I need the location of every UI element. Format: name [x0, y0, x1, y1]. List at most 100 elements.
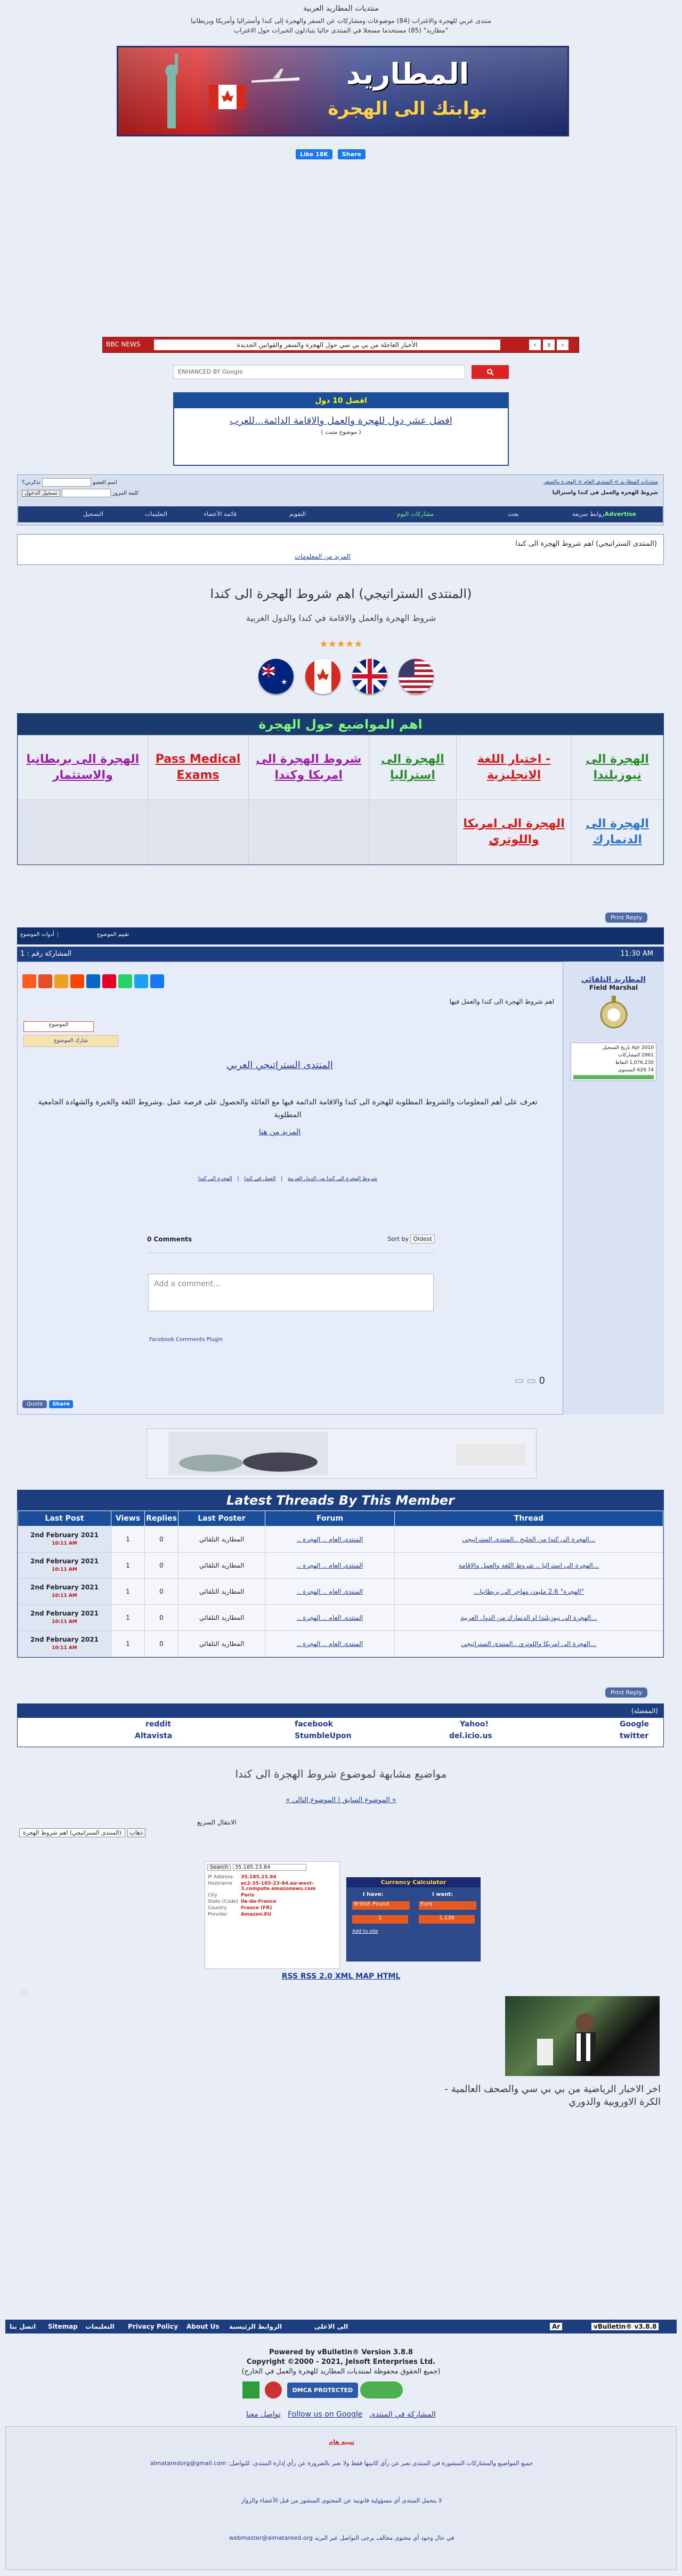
to-currency-select[interactable]: Euro: [419, 1901, 476, 1910]
facebook-icon[interactable]: [150, 974, 164, 988]
thread-pager[interactable]: « ﺍﻟﻤﻮﺿﻮﻉ ﺍﻟﺴﺎﺑﻖ | ﺍﻟﻤﻮﺿﻮﻉ ﺍﻟﺘﺎﻟﻲ »: [0, 1796, 682, 1804]
post-share-button[interactable]: Share: [49, 1400, 74, 1408]
forum-link[interactable]: ﺍﻟﻤﻨﺘﺪﻯ ﺍﻟﻌﺎﻡ .. ﺍﻟﻬﺠﺮﺓ ..: [265, 1526, 395, 1553]
topic-link-label[interactable]: ﺍﻟﻬﺠﺮﺓ ﺍﻟﻰ ﻧﻴﻮﺯﻳﻠﻨﺪﺍ: [586, 753, 649, 782]
usa-flag-icon[interactable]: [399, 659, 434, 694]
notice-link[interactable]: ﺍﻟﻤﺰﻳﺪ ﻣﻦ ﺍﻟﻤﻌﻠﻮﻣﺎﺕ: [295, 553, 351, 560]
pinterest-icon[interactable]: [102, 974, 116, 988]
go-button[interactable]: ﺫﻫﺎﺏ: [127, 1828, 145, 1837]
username-input[interactable]: [42, 478, 91, 487]
forum-link[interactable]: ﺍﻟﻤﻨﺘﺪﻯ ﺍﻟﻌﺎﻡ .. ﺍﻟﻬﺠﺮﺓ ..: [265, 1552, 395, 1579]
forum-link[interactable]: ﺍﻟﻤﻨﺘﺪﻯ ﺍﻟﻌﺎﻡ .. ﺍﻟﻬﺠﺮﺓ ..: [265, 1630, 395, 1657]
quote-button[interactable]: Quote: [22, 1400, 47, 1408]
ip-icon[interactable]: ▭: [527, 1375, 536, 1386]
sports-news-image[interactable]: [505, 1996, 660, 2076]
thread-rate-menu[interactable]: ﺗﻘﻴﻴﻢ ﺍﻟﻤﻮﺿﻮﻉ: [97, 932, 129, 938]
report-icon[interactable]: ▭: [515, 1375, 524, 1386]
related-link[interactable]: ﺷﺮﻭﻁ ﺍﻟﻬﺠﺮﺓ ﺍﻟﻰ ﻛﻨﺪﺍ ﻣﻦ ﺍﻟﺪﻭﻝ ﺍﻟﻌﺮﺑﻴﺔ: [288, 1176, 377, 1182]
fb-plugin-link[interactable]: Facebook Comments Plugin: [149, 1337, 223, 1343]
canada-flag-icon[interactable]: [305, 659, 340, 694]
topic-link[interactable]: ﺍﻟﻬﺠﺮﺓ ﺍﻟﻰ ﺍﺳﺘﺮﺍﻟﻴﺎ: [368, 735, 457, 800]
topic-link[interactable]: ﺍﻟﻬﺠﺮﺓ ﺍﻟﻰ ﺍﻟﺪﻧﻤﺎﺭﻙ: [571, 800, 663, 865]
footer-link-contact2[interactable]: ﺗﻮﺍﺻﻞ ﻣﻌﻨﺎ: [246, 2410, 281, 2419]
bookmark-delicious[interactable]: del.icio.us: [449, 1732, 492, 1740]
topic-link[interactable]: ﺷﺮﻭﻁ ﺍﻟﻬﺠﺮﺓ ﺍﻟﻰ ﺍﻣﺮﻳﻜﺎ ﻭﻛﻨﺪﺍ: [248, 735, 369, 800]
prev-icon[interactable]: ‹: [529, 340, 541, 350]
bookmark-facebook[interactable]: facebook: [295, 1720, 333, 1729]
facebook-like-button[interactable]: Like 18K: [296, 149, 332, 159]
nav-item-members[interactable]: ﻗﺎﺋﻤﺔ ﺍﻷﻋﻀﺎﺀ: [204, 511, 237, 518]
share-topic-tag[interactable]: ﺷﺎﺭﻙ ﺍﻟﻤﻮﺿﻮﻉ: [23, 1035, 118, 1047]
bookmark-yahoo[interactable]: Yahoo!: [460, 1720, 489, 1729]
topic-link[interactable]: ﺍﻟﻬﺠﺮﺓ ﺍﻟﻰ ﺍﻣﺮﻳﻜﺎ ﻭﺍﻟﻠﻮﺗﺮﻱ: [456, 800, 572, 865]
topic-link-label[interactable]: ﺷﺮﻭﻁ ﺍﻟﻬﺠﺮﺓ ﺍﻟﻰ ﺍﻣﺮﻳﻜﺎ ﻭﻛﻨﺪﺍ: [256, 753, 361, 782]
footer-link-archive[interactable]: ﺍﻟﺮﻭﺍﺑﻂ ﺍﻟﺮﺋﻴﺴﻴﺔ: [229, 2323, 282, 2330]
nav-item-search[interactable]: ﺑﺤﺚ: [508, 511, 519, 518]
related-link[interactable]: ﺍﻟﻬﺠﺮﺓ ﺍﻟﻰ ﻛﻨﺪﺍ: [198, 1176, 232, 1182]
thread-link[interactable]: ...ﺍﻟﻬﺠﺮﺓ ﺍﻟﻰ ﺍﻣﺮﻳﻜﺎ ﻭﺍﻟﻠﻮﺗﺮﻱ ..ﺍﻟﻤﻨﺘﺪﻯ …: [394, 1630, 663, 1657]
post-tag[interactable]: ﺍﻟﻤﻮﺿﻮﻉ: [23, 1021, 94, 1032]
nav-item-today[interactable]: ﻣﺸﺎﺭﻛﺎﺕ ﺍﻟﻴﻮﻡ: [397, 511, 434, 518]
read-more-link[interactable]: ﺍﻟﻤﺰﻳﺪ ﻣﻦ ﻫﻨﺎ: [213, 1128, 346, 1136]
forum-link[interactable]: ﺍﻟﻤﻨﺘﺪﻯ ﺍﻟﻌﺎﻡ .. ﺍﻟﻬﺠﺮﺓ ..: [265, 1604, 395, 1631]
remember-label[interactable]: ﺗﺬﻛﺮﻧﻲ؟: [22, 480, 40, 486]
last-poster[interactable]: ﺍﻟﻤﻄﺎﺭﻳﺪ ﺍﻟﺘﻠﻘﺎﺋﻲ: [178, 1526, 265, 1553]
footer-link-help[interactable]: ﺍﻟﺘﻌﻠﻴﻤﺎﺕ: [85, 2323, 115, 2330]
thread-tools-menu[interactable]: ﺃﺩﻭﺍﺕ ﺍﻟﻤﻮﺿﻮﻉ: [20, 932, 58, 938]
topic-link[interactable]: ﺍﻟﻬﺠﺮﺓ ﺍﻟﻰ ﺑﺮﻳﻄﺎﻧﻴﺎ ﻭﺍﻻﺳﺘﺜﻤﺎﺭ: [18, 735, 148, 800]
comment-input[interactable]: Add a comment...: [148, 1274, 434, 1311]
footer-link-participate[interactable]: ﺍﻟﻤﺸﺎﺭﻛﺔ ﻓﻲ ﺍﻟﻤﻨﺘﺪﻯ: [370, 2410, 436, 2419]
pause-icon[interactable]: ॥: [543, 340, 555, 350]
last-poster[interactable]: ﺍﻟﻤﻄﺎﺭﻳﺪ ﺍﻟﺘﻠﻘﺎﺋﻲ: [178, 1578, 265, 1605]
footer-link-top[interactable]: ﺍﻟﻰ ﺍﻻﻋﻠﻰ: [314, 2323, 348, 2330]
sort-dropdown[interactable]: Oldest: [410, 1234, 435, 1243]
breadcrumb[interactable]: ﻣﻨﺘﺪﻳﺎﺕ ﺍﻟﻤﻄﺎﺭﻳﺪ > ﺍﻟﻤﻨﺘﺪﻯ ﺍﻟﻌﺎﻡ > ﺍﻟﻬﺠﺮ…: [543, 479, 658, 485]
print-reply-button[interactable]: Print Reply: [605, 912, 648, 923]
advertisement[interactable]: [147, 1428, 537, 1479]
print-icon[interactable]: [38, 974, 52, 988]
google-search-input[interactable]: ENHANCED BY Google: [173, 365, 465, 379]
nav-item-calendar[interactable]: ﺍﻟﺘﻘﻮﻳﻢ: [289, 511, 306, 518]
nav-item-quick-links[interactable]: ﺭﻭﺍﺑﻂ ﺳﺮﻳﻌﺔ: [572, 511, 604, 518]
australia-flag-icon[interactable]: ★: [258, 659, 294, 694]
topic-link-label[interactable]: ﺍﻟﻬﺠﺮﺓ ﺍﻟﻰ ﺍﻣﺮﻳﻜﺎ ﻭﺍﻟﻠﻮﺗﺮﻱ: [463, 817, 564, 846]
footer-link-contact[interactable]: ﺍﺗﺼﻞ ﺑﻨﺎ: [10, 2323, 36, 2330]
footer-link-privacy[interactable]: Privacy Policy: [128, 2323, 178, 2330]
amount-input[interactable]: 1: [352, 1915, 408, 1924]
linkedin-icon[interactable]: [86, 974, 100, 988]
from-currency-select[interactable]: British Pound: [352, 1901, 410, 1910]
footer-link-about[interactable]: About Us: [186, 2323, 219, 2330]
last-poster[interactable]: ﺍﻟﻤﻄﺎﺭﻳﺪ ﺍﻟﺘﻠﻘﺎﺋﻲ: [178, 1604, 265, 1631]
nav-item-register[interactable]: ﺍﻟﺘﺴﺠﻴﻞ: [83, 511, 103, 518]
print-reply-button-bottom[interactable]: Print Reply: [605, 1687, 648, 1698]
nav-item-advertise[interactable]: Advertise: [605, 511, 636, 518]
topic-link-label[interactable]: ﺍﻟﻬﺠﺮﺓ ﺍﻟﻰ ﺍﻟﺪﻧﻤﺎﺭﻙ: [586, 817, 649, 846]
bookmark-stumbleupon[interactable]: StumbleUpon: [295, 1732, 352, 1740]
bookmark-twitter[interactable]: twitter: [620, 1732, 648, 1740]
post-link-heading[interactable]: ﺍﻟﻤﻨﺘﺪﻯ ﺍﻟﺴﺘﺮﺍﺗﻴﺠﻲ ﺍﻟﻌﺮﺑﻲ: [160, 1060, 400, 1071]
next-icon[interactable]: ›: [557, 340, 569, 350]
topic-link[interactable]: - ﺍﺧﺘﺒﺎﺭ ﺍﻟﻠﻐﺔ ﺍﻻﻧﺠﻠﻴﺰﻳﺔ: [456, 735, 572, 800]
style-select[interactable]: vBulletin® v3.8.8: [591, 2323, 659, 2330]
password-input[interactable]: [61, 489, 111, 497]
nav-item-help[interactable]: ﺍﻟﺘﻌﻠﻴﻤﺎﺕ: [145, 511, 167, 518]
whatsapp-icon[interactable]: [118, 974, 132, 988]
sports-news-caption[interactable]: ﺍﺧﺮ ﺍﻻﺧﺒﺎﺭ ﺍﻟﺮﻳﺎﺿﻴﺔ ﻣﻦ ﺑﻲ ﺑﻲ ﺳﻲ ﻭﺍﻟﺼﺤﻒ ﺍ…: [421, 2083, 661, 2109]
last-poster[interactable]: ﺍﻟﻤﻄﺎﺭﻳﺪ ﺍﻟﺘﻠﻘﺎﺋﻲ: [178, 1630, 265, 1657]
thread-link[interactable]: ...ﺍﻟﻬﺠﺮﺓ ﺍﻟﻰ ﺍﺳﺘﺮﺍﻟﻴﺎ .. ﺷﺮﻭﻁ ﺍﻟﻠﻐﺔ ﻭﺍﻟ…: [394, 1552, 663, 1579]
dmca-badge[interactable]: DMCA PROTECTED: [287, 2382, 359, 2398]
facebook-share-button[interactable]: Share: [337, 149, 366, 159]
addthis-icon[interactable]: [22, 974, 36, 988]
forum-link[interactable]: ﺍﻟﻤﻨﺘﺪﻯ ﺍﻟﻌﺎﻡ .. ﺍﻟﻬﺠﺮﺓ ..: [265, 1578, 395, 1605]
blogger-icon[interactable]: [54, 974, 68, 988]
thread-link[interactable]: ...ﺍﻟﻬﺠﺮﺓ ﺍﻟﻰ ﻧﻴﻮﺯﻳﻠﻨﺪﺍ ﺍﻭ ﺍﻟﺪﻧﻤﺎﺭﻙ ﻣﻦ ﺍ…: [394, 1604, 663, 1631]
rss-links[interactable]: RSS RSS 2.0 XML MAP HTML: [0, 1972, 682, 1981]
bookmark-altavista[interactable]: Altavista: [135, 1732, 172, 1740]
ticker-headline[interactable]: ﺍﻷﺧﺒﺎﺭ ﺍﻟﻌﺎﺟﻠﺔ ﻣﻦ ﺑﻲ ﺑﻲ ﺳﻲ ﺣﻮﻝ ﺍﻟﻬﺠﺮﺓ ﻭﺍ…: [154, 340, 500, 350]
last-poster[interactable]: ﺍﻟﻤﻄﺎﺭﻳﺪ ﺍﻟﺘﻠﻘﺎﺋﻲ: [178, 1552, 265, 1579]
login-button[interactable]: ﺗﺴﺠﻴﻞ ﺍﻟﺪﺧﻮﻝ: [22, 490, 60, 497]
reddit-icon[interactable]: [70, 974, 84, 988]
topic-link-label[interactable]: ﺍﻟﻬﺠﺮﺓ ﺍﻟﻰ ﺑﺮﻳﻄﺎﻧﻴﺎ ﻭﺍﻻﺳﺘﺜﻤﺎﺭ: [27, 753, 140, 782]
twitter-icon[interactable]: [134, 974, 148, 988]
footer-link-google[interactable]: Follow us on Google: [288, 2410, 362, 2419]
